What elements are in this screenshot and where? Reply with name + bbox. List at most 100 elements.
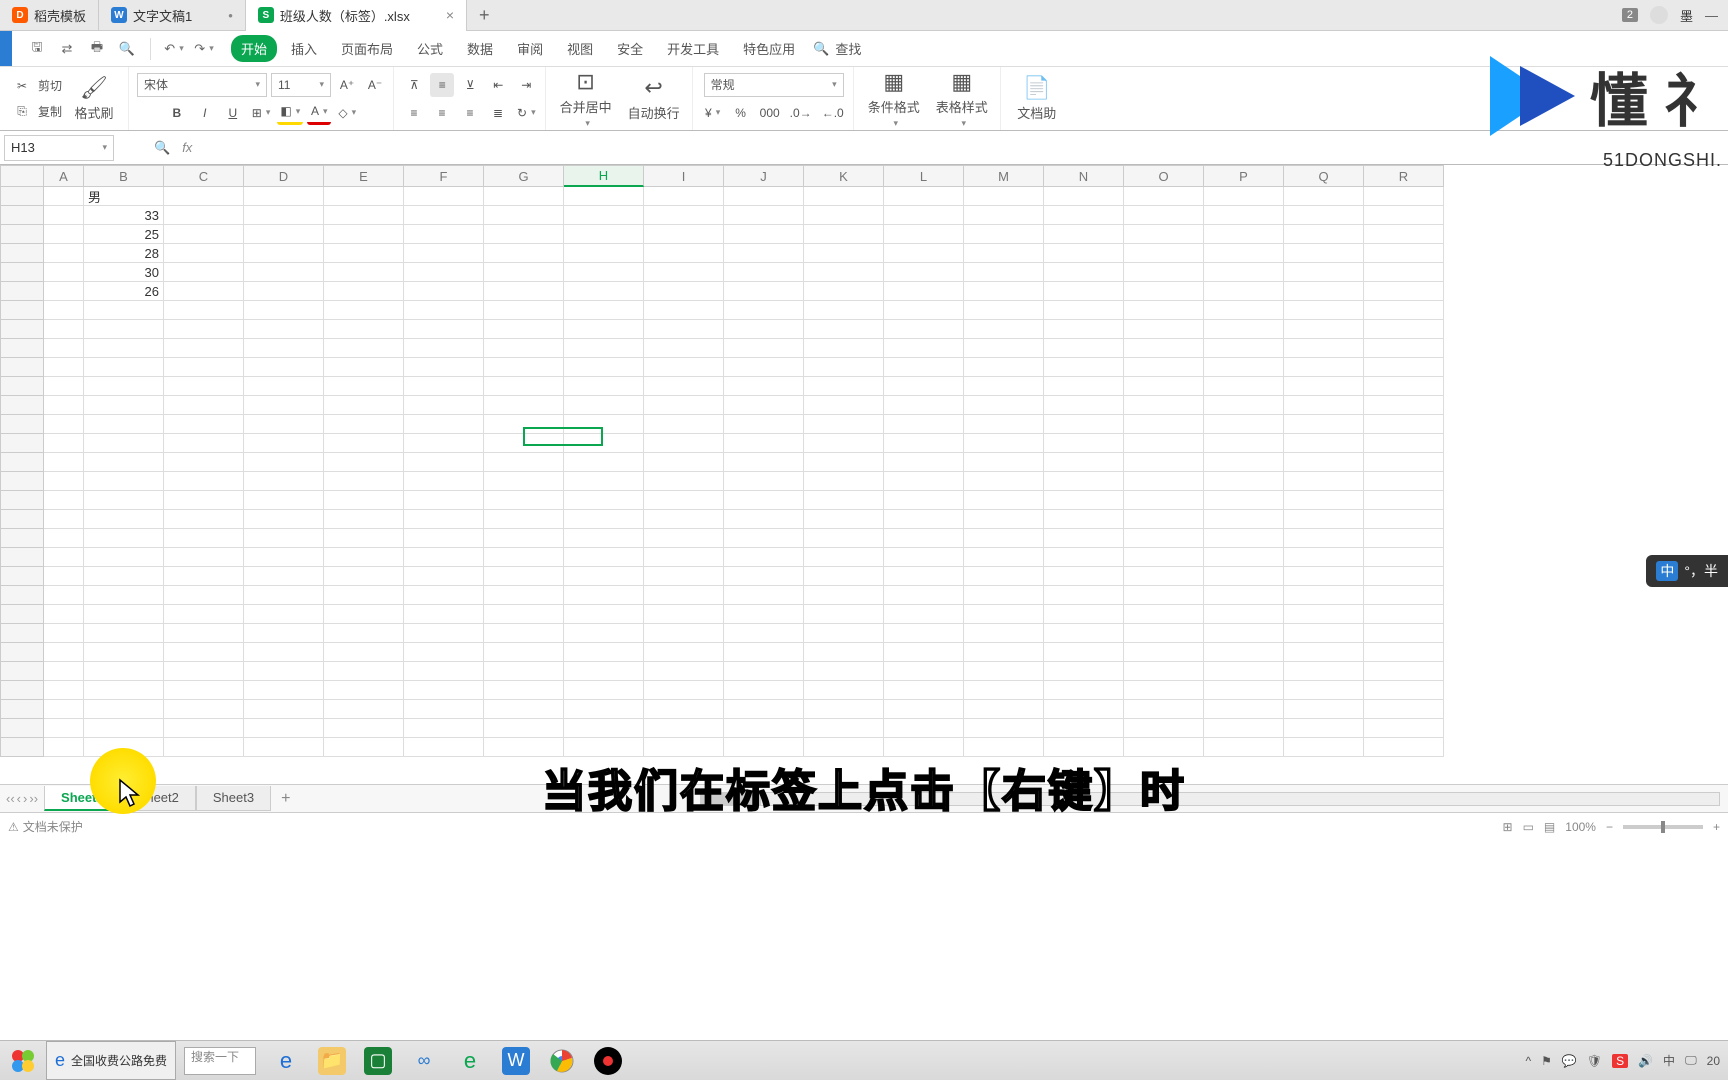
cut-icon[interactable]: ✂ bbox=[10, 74, 34, 98]
cell[interactable] bbox=[1364, 415, 1444, 434]
cell[interactable] bbox=[324, 377, 404, 396]
cell[interactable] bbox=[1124, 282, 1204, 301]
cell[interactable] bbox=[84, 377, 164, 396]
cell[interactable] bbox=[404, 434, 484, 453]
row-header[interactable] bbox=[0, 244, 44, 263]
cell[interactable] bbox=[964, 681, 1044, 700]
cell[interactable] bbox=[964, 434, 1044, 453]
cell[interactable] bbox=[1204, 681, 1284, 700]
cell[interactable] bbox=[1044, 719, 1124, 738]
cell[interactable] bbox=[324, 301, 404, 320]
cell[interactable] bbox=[964, 225, 1044, 244]
cell[interactable] bbox=[964, 415, 1044, 434]
cell[interactable] bbox=[324, 187, 404, 206]
cell[interactable] bbox=[44, 187, 84, 206]
cell[interactable] bbox=[324, 396, 404, 415]
cell[interactable] bbox=[724, 282, 804, 301]
cell[interactable] bbox=[164, 548, 244, 567]
cell[interactable] bbox=[44, 605, 84, 624]
menu-start[interactable]: 开始 bbox=[231, 35, 277, 62]
cell[interactable] bbox=[404, 548, 484, 567]
cell[interactable] bbox=[1364, 320, 1444, 339]
row-header[interactable] bbox=[0, 206, 44, 225]
cell[interactable] bbox=[1364, 396, 1444, 415]
wps-icon[interactable]: W bbox=[502, 1047, 530, 1075]
cell[interactable] bbox=[164, 263, 244, 282]
row-header[interactable] bbox=[0, 187, 44, 206]
sheet-tab-3[interactable]: Sheet3 bbox=[196, 786, 271, 811]
cell[interactable] bbox=[44, 472, 84, 491]
clear-format-icon[interactable]: ◇ bbox=[335, 101, 359, 125]
edge-icon[interactable]: e bbox=[456, 1047, 484, 1075]
cell[interactable] bbox=[324, 320, 404, 339]
cell[interactable] bbox=[1124, 206, 1204, 225]
cell[interactable] bbox=[1204, 719, 1284, 738]
cell[interactable] bbox=[1364, 662, 1444, 681]
cell[interactable] bbox=[484, 320, 564, 339]
cell[interactable] bbox=[164, 605, 244, 624]
cell[interactable] bbox=[1124, 700, 1204, 719]
col-header-b[interactable]: B bbox=[84, 165, 164, 187]
cell[interactable] bbox=[964, 624, 1044, 643]
align-middle-icon[interactable]: ≡ bbox=[430, 73, 454, 97]
cell[interactable] bbox=[1044, 244, 1124, 263]
cell[interactable] bbox=[44, 377, 84, 396]
cell[interactable] bbox=[164, 187, 244, 206]
cell[interactable] bbox=[1044, 662, 1124, 681]
view-page-icon[interactable]: ▭ bbox=[1523, 820, 1534, 834]
cell[interactable] bbox=[1364, 624, 1444, 643]
cell[interactable] bbox=[1044, 358, 1124, 377]
align-top-icon[interactable]: ⊼ bbox=[402, 73, 426, 97]
cell[interactable] bbox=[644, 719, 724, 738]
cell[interactable] bbox=[724, 681, 804, 700]
cell[interactable] bbox=[484, 586, 564, 605]
cell[interactable] bbox=[564, 263, 644, 282]
undo-button[interactable]: ↶ bbox=[163, 38, 185, 60]
cell[interactable] bbox=[404, 605, 484, 624]
cell[interactable] bbox=[644, 339, 724, 358]
chrome-icon[interactable] bbox=[548, 1047, 576, 1075]
cell[interactable] bbox=[1364, 548, 1444, 567]
cell[interactable] bbox=[724, 244, 804, 263]
cell[interactable] bbox=[1364, 510, 1444, 529]
row-header[interactable] bbox=[0, 301, 44, 320]
cell[interactable] bbox=[884, 225, 964, 244]
cell[interactable] bbox=[884, 662, 964, 681]
cell[interactable] bbox=[884, 567, 964, 586]
cell[interactable] bbox=[1204, 491, 1284, 510]
cell[interactable] bbox=[404, 187, 484, 206]
cell[interactable] bbox=[404, 738, 484, 757]
cell[interactable] bbox=[1044, 301, 1124, 320]
cell[interactable] bbox=[44, 206, 84, 225]
cell[interactable] bbox=[1204, 738, 1284, 757]
cell[interactable] bbox=[644, 244, 724, 263]
cell[interactable] bbox=[884, 472, 964, 491]
tab-spreadsheet[interactable]: S 班级人数（标签）.xlsx × bbox=[246, 0, 467, 31]
cell[interactable] bbox=[484, 605, 564, 624]
cell[interactable] bbox=[84, 529, 164, 548]
font-color-icon[interactable]: A bbox=[307, 101, 331, 125]
cell[interactable] bbox=[1204, 586, 1284, 605]
cell[interactable] bbox=[484, 681, 564, 700]
spreadsheet-grid[interactable]: A B C D E F G H I J K L M N O P Q R 男332… bbox=[0, 165, 1728, 747]
cell[interactable] bbox=[964, 358, 1044, 377]
row-header[interactable] bbox=[0, 282, 44, 301]
row-header[interactable] bbox=[0, 624, 44, 643]
cell[interactable] bbox=[1124, 453, 1204, 472]
cell[interactable] bbox=[724, 472, 804, 491]
cell[interactable] bbox=[804, 206, 884, 225]
cell[interactable] bbox=[1364, 719, 1444, 738]
row-header[interactable] bbox=[0, 567, 44, 586]
cell[interactable] bbox=[244, 662, 324, 681]
increase-decimal-icon[interactable]: .0→ bbox=[787, 101, 815, 125]
cell[interactable] bbox=[1284, 282, 1364, 301]
cell[interactable] bbox=[164, 662, 244, 681]
cell[interactable] bbox=[44, 567, 84, 586]
cell[interactable] bbox=[964, 567, 1044, 586]
cell[interactable] bbox=[84, 700, 164, 719]
cell[interactable] bbox=[1044, 700, 1124, 719]
cell[interactable] bbox=[964, 700, 1044, 719]
cell[interactable] bbox=[324, 339, 404, 358]
cell[interactable] bbox=[1284, 301, 1364, 320]
cell[interactable] bbox=[964, 472, 1044, 491]
